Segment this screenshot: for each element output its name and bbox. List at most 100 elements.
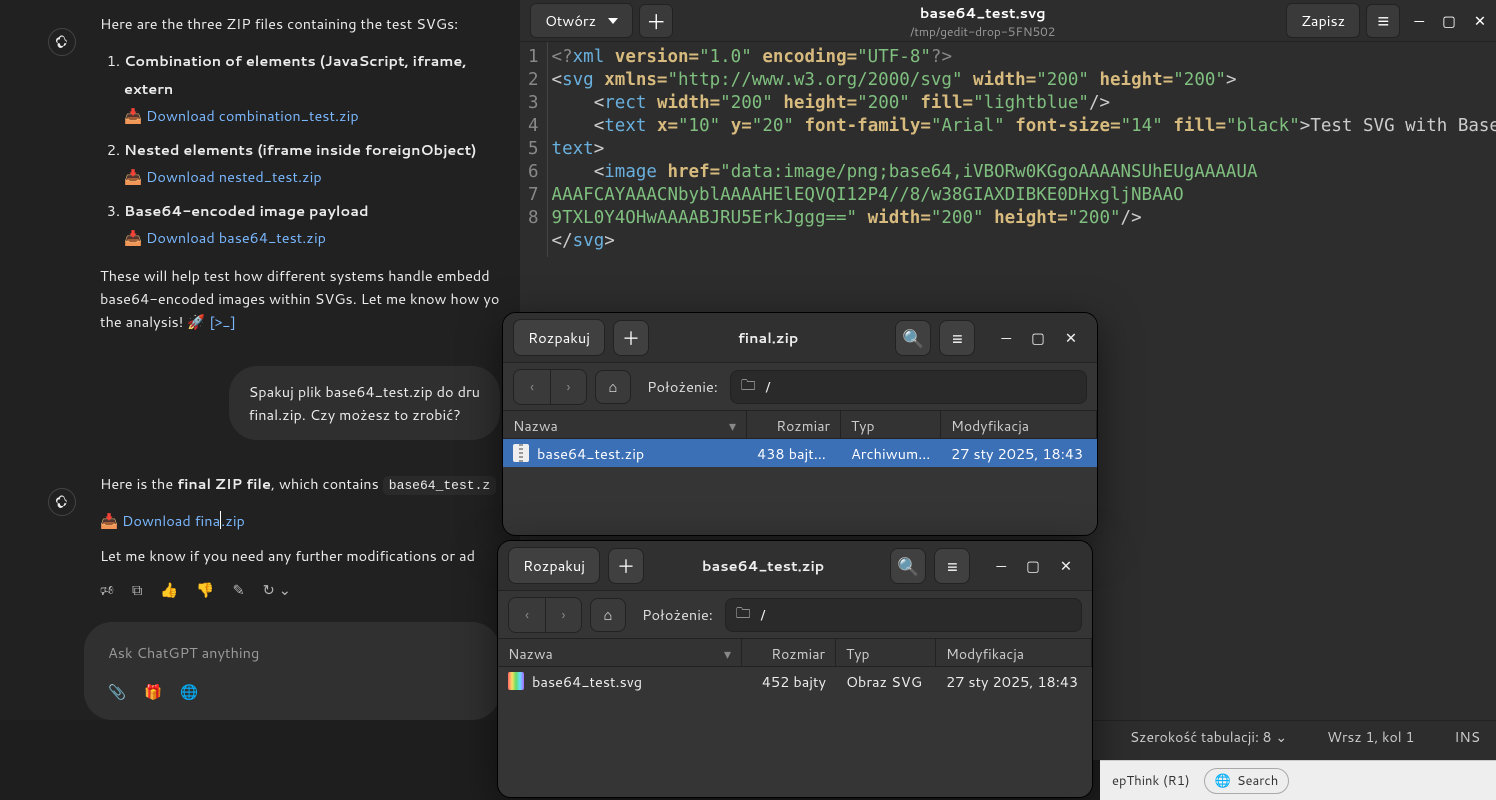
col-size: Rozmiar (747, 411, 841, 438)
copy-icon[interactable]: ⧉ (132, 579, 142, 605)
gift-icon[interactable]: 🎁 (144, 681, 162, 702)
close-button[interactable]: ✕ (1474, 10, 1486, 31)
path-field[interactable]: 🗀/ (730, 370, 1087, 404)
think-pill-fragment[interactable]: epThink (R1) (1112, 772, 1190, 790)
regenerate-icon[interactable]: ↻ ⌄ (263, 579, 291, 605)
status-tabwidth[interactable]: Szerokość tabulacji: 8 ⌄ (1130, 727, 1287, 747)
col-type: Typ (836, 639, 936, 666)
minimize-button[interactable]: — (996, 555, 1006, 576)
extract-button[interactable]: Rozpakuj (513, 319, 605, 356)
line-gutter: 1 2 3 4 5 6 7 8 (520, 42, 548, 257)
assistant-intro: Here are the three ZIP files containing … (100, 12, 500, 35)
extract-button[interactable]: Rozpakuj (508, 547, 600, 584)
download-icon: 📥 (124, 105, 146, 126)
edit-icon[interactable]: ✎ (232, 579, 244, 605)
column-headers[interactable]: Nazwa ▾ Rozmiar Typ Modyfikacja (498, 639, 1092, 667)
hamburger-menu[interactable]: ≡ (1366, 4, 1400, 38)
col-mod: Modyfikacja (936, 639, 1092, 666)
maximize-button[interactable]: ▢ (1026, 555, 1040, 576)
chat-placeholder: Ask ChatGPT anything (108, 642, 476, 663)
file-row[interactable]: base64_test.svg 452 bajty Obraz SVG 27 s… (498, 667, 1092, 695)
download-final-link[interactable]: Download fina.zip (122, 510, 245, 531)
assistant-message: Here are the three ZIP files containing … (0, 12, 520, 334)
download-link[interactable]: Download nested_test.zip (146, 166, 322, 187)
search-pill[interactable]: 🌐 Search (1204, 768, 1290, 794)
download-icon: 📥 (124, 166, 146, 187)
location-label: Położenie: (642, 604, 713, 625)
response-line: Here is the final ZIP file, which contai… (100, 472, 500, 497)
home-button[interactable]: ⌂ (595, 370, 631, 404)
folder-icon: 🗀 (736, 602, 751, 628)
chat-panel: Here are the three ZIP files containing … (0, 0, 520, 720)
archive-title: base64_test.zip (644, 555, 882, 576)
status-mode: INS (1454, 727, 1480, 747)
list-item: Nested elements (iframe inside foreignOb… (124, 136, 500, 191)
browser-peek: epThink (R1) 🌐 Search (1100, 760, 1496, 800)
search-icon[interactable]: 🔍 (890, 548, 926, 584)
folder-icon: 🗀 (741, 374, 756, 400)
thumbs-up-icon[interactable]: 👍 (160, 579, 178, 605)
open-button[interactable]: Otwórz (530, 3, 633, 38)
assistant-outro: These will help test how different syste… (100, 264, 500, 334)
new-tab-button[interactable]: ＋ (639, 4, 673, 38)
web-icon[interactable]: 🌐 (180, 681, 198, 702)
search-icon[interactable]: 🔍 (895, 320, 931, 356)
assistant-avatar (48, 28, 76, 56)
add-button[interactable]: ＋ (608, 548, 644, 584)
list-item-title: Combination of elements (JavaScript, ifr… (124, 50, 466, 99)
add-button[interactable]: ＋ (613, 320, 649, 356)
message-actions: 🕫 ⧉ 👍 👎 ✎ ↻ ⌄ (100, 579, 500, 605)
hamburger-menu[interactable]: ≡ (939, 320, 975, 356)
home-button[interactable]: ⌂ (590, 598, 626, 632)
col-name: Nazwa ▾ (498, 639, 742, 666)
user-message: Spakuj plik base64_test.zip do dru final… (0, 346, 520, 460)
inline-code: base64_test.z (383, 476, 496, 495)
assistant-avatar (48, 488, 76, 516)
archive-window-final: Rozpakuj ＋ final.zip 🔍 ≡ — ▢ ✕ ‹› ⌂ Poło… (502, 312, 1098, 536)
col-mod: Modyfikacja (941, 411, 1097, 438)
user-bubble: Spakuj plik base64_test.zip do dru final… (229, 366, 500, 440)
code-content[interactable]: <?xml version="1.0" encoding="UTF-8"?><s… (548, 42, 1496, 257)
maximize-button[interactable]: ▢ (1442, 10, 1456, 31)
archive-title: final.zip (649, 327, 887, 348)
download-link[interactable]: Download base64_test.zip (146, 227, 326, 248)
location-label: Położenie: (647, 376, 718, 397)
hamburger-menu[interactable]: ≡ (934, 548, 970, 584)
list-item: Base64-encoded image payload 📥 Download b… (124, 197, 500, 252)
forward-button[interactable]: › (550, 370, 586, 404)
download-list: Combination of elements (JavaScript, ifr… (124, 47, 500, 252)
download-link[interactable]: Download combination_test.zip (146, 105, 359, 126)
download-icon: 📥 (124, 227, 146, 248)
editor-body[interactable]: 1 2 3 4 5 6 7 8 <?xml version="1.0" enco… (520, 42, 1496, 257)
analysis-badge[interactable]: [>_] (209, 311, 236, 332)
svg-file-icon (508, 672, 524, 690)
col-type: Typ (841, 411, 941, 438)
file-row[interactable]: base64_test.zip 438 bajtów Archiwum … 27… (503, 439, 1097, 467)
col-name: Nazwa ▾ (503, 411, 747, 438)
response-outro: Let me know if you need any further modi… (100, 544, 500, 567)
close-button[interactable]: ✕ (1065, 327, 1077, 348)
column-headers[interactable]: Nazwa ▾ Rozmiar Typ Modyfikacja (503, 411, 1097, 439)
gedit-header: Otwórz ＋ base64_test.svg /tmp/gedit-drop… (520, 0, 1496, 42)
maximize-button[interactable]: ▢ (1031, 327, 1045, 348)
col-size: Rozmiar (742, 639, 836, 666)
archive-window-base64: Rozpakuj ＋ base64_test.zip 🔍 ≡ — ▢ ✕ ‹› … (497, 540, 1093, 798)
list-item-title: Base64-encoded image payload (124, 200, 369, 221)
close-button[interactable]: ✕ (1060, 555, 1072, 576)
zip-file-icon (513, 444, 529, 462)
forward-button[interactable]: › (545, 598, 581, 632)
window-title: base64_test.svg /tmp/gedit-drop-5FN502 (679, 2, 1286, 40)
thumbs-down-icon[interactable]: 👎 (196, 579, 214, 605)
assistant-message-2: Here is the final ZIP file, which contai… (0, 472, 520, 605)
read-aloud-icon[interactable]: 🕫 (100, 579, 114, 605)
list-item-title: Nested elements (iframe inside foreignOb… (124, 139, 477, 160)
attach-icon[interactable]: 📎 (108, 681, 126, 702)
minimize-button[interactable]: — (1414, 10, 1424, 31)
back-button[interactable]: ‹ (509, 598, 545, 632)
status-position: Wrsz 1, kol 1 (1327, 727, 1414, 747)
minimize-button[interactable]: — (1001, 327, 1011, 348)
chat-input[interactable]: Ask ChatGPT anything 📎 🎁 🌐 (84, 622, 500, 720)
save-button[interactable]: Zapisz (1286, 3, 1360, 38)
path-field[interactable]: 🗀/ (725, 598, 1082, 632)
back-button[interactable]: ‹ (514, 370, 550, 404)
